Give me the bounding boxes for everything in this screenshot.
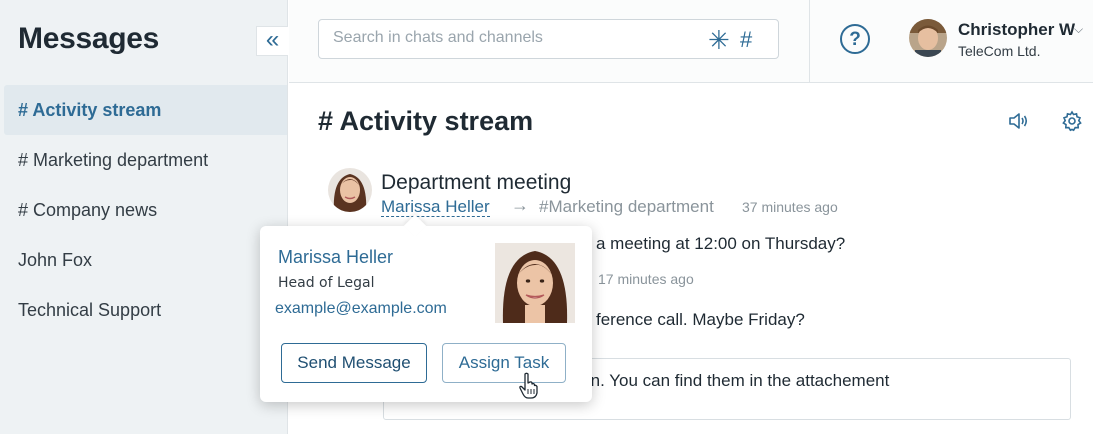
sidebar-nav: # Activity stream # Marketing department… <box>0 85 287 335</box>
user-menu[interactable]: Christopher W TeleCom Ltd. ⌵ <box>909 18 1093 62</box>
message-timestamp: 17 minutes ago <box>598 271 694 287</box>
profile-role: Head of Legal <box>278 275 375 291</box>
arrow-right-icon: → <box>511 195 529 215</box>
sidebar-item-john-fox[interactable]: John Fox <box>0 235 287 285</box>
profile-email-link[interactable]: example@example.com <box>275 300 447 318</box>
sidebar-item-activity-stream[interactable]: # Activity stream <box>4 85 287 135</box>
collapse-sidebar-button[interactable]: « <box>256 26 288 56</box>
chevron-down-icon[interactable]: ⌵ <box>1074 22 1083 37</box>
message-text: a meeting at 12:00 on Thursday? <box>596 234 846 253</box>
topbar: ✳ # ? Christopher W TeleCom Ltd. ⌵ <box>289 0 1093 83</box>
search-input[interactable] <box>333 29 693 47</box>
profile-photo <box>495 243 575 323</box>
send-message-button[interactable]: Send Message <box>281 343 427 383</box>
hand-cursor-icon <box>518 372 540 400</box>
hash-icon[interactable]: # <box>740 27 752 53</box>
post-timestamp: 37 minutes ago <box>742 199 838 215</box>
sidebar-item-company-news[interactable]: # Company news <box>0 185 287 235</box>
search-box[interactable]: ✳ # <box>318 19 779 59</box>
page-title: # Activity stream <box>318 106 534 136</box>
avatar <box>909 19 947 57</box>
user-name: Christopher W <box>958 20 1076 39</box>
user-company: TeleCom Ltd. <box>958 43 1041 59</box>
post-author-link[interactable]: Marissa Heller <box>381 197 490 217</box>
profile-name[interactable]: Marissa Heller <box>278 247 393 268</box>
post-title: Department meeting <box>381 171 572 194</box>
message-text: ference call. Maybe Friday? <box>596 310 805 329</box>
post-channel-link[interactable]: #Marketing department <box>539 197 714 217</box>
gear-icon[interactable] <box>1061 110 1083 132</box>
topbar-divider <box>809 0 810 83</box>
help-icon[interactable]: ? <box>840 24 870 54</box>
sidebar-item-technical-support[interactable]: Technical Support <box>0 285 287 335</box>
sidebar-title: Messages <box>18 22 160 55</box>
sidebar: Messages « # Activity stream # Marketing… <box>0 0 288 434</box>
assign-task-button[interactable]: Assign Task <box>442 343 566 383</box>
user-profile-popup: Marissa Heller Head of Legal example@exa… <box>260 226 592 402</box>
speaker-icon[interactable] <box>1007 110 1029 132</box>
sidebar-item-marketing-department[interactable]: # Marketing department <box>0 135 287 185</box>
author-avatar[interactable] <box>328 168 372 212</box>
asterisk-icon[interactable]: ✳ <box>708 25 730 56</box>
